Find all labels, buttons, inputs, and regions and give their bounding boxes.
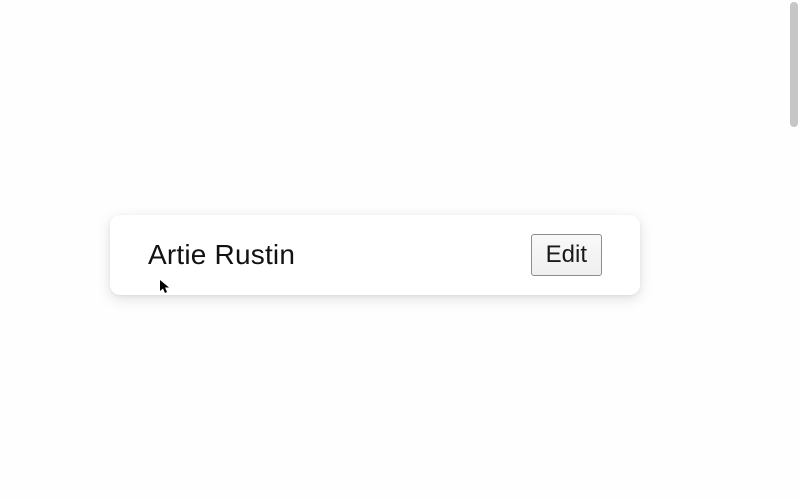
- scrollbar-thumb[interactable]: [790, 2, 798, 127]
- scrollbar-track[interactable]: [788, 0, 800, 500]
- user-name: Artie Rustin: [148, 239, 295, 271]
- user-card: Artie Rustin Edit: [110, 215, 640, 295]
- edit-button[interactable]: Edit: [531, 234, 602, 276]
